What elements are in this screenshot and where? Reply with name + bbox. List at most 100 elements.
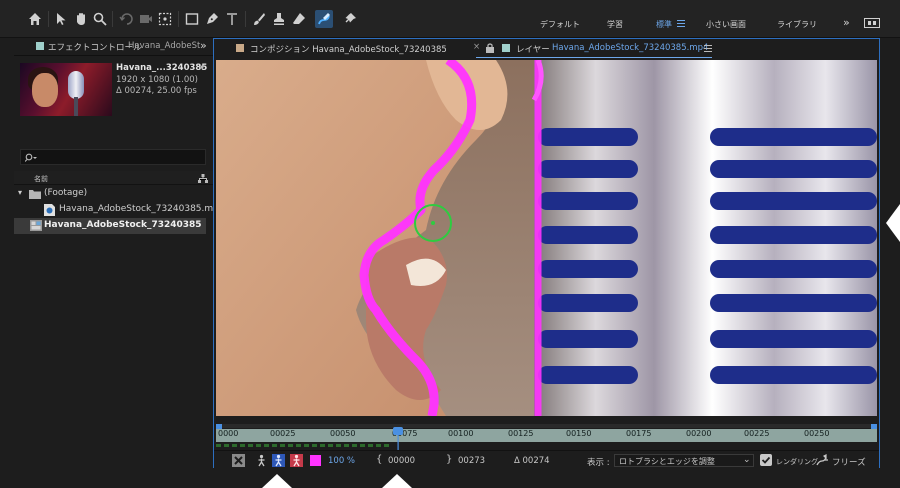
callout-pointer-left <box>262 474 292 488</box>
toolbar-separator <box>178 11 179 27</box>
thumbnail-microphone <box>68 71 84 99</box>
composition-label: Havana_AdobeStock_73240385 <box>44 220 202 230</box>
eraser-tool-icon[interactable] <box>290 10 308 28</box>
selection-tool-icon[interactable] <box>52 10 70 28</box>
panel-color-swatch <box>36 42 44 50</box>
render-label: レンダリング <box>776 458 818 466</box>
work-area-bar[interactable] <box>216 424 877 430</box>
pen-tool-icon[interactable] <box>203 10 221 28</box>
footage-resolution: 1920 x 1080 (1.00) <box>116 75 198 85</box>
tab-menu-icon[interactable] <box>704 45 712 52</box>
footage-duration: Δ 00274, 25.00 fps <box>116 86 197 96</box>
composition-tab[interactable]: コンポジション Havana_AdobeStock_73240385 <box>250 43 447 55</box>
hand-tool-icon[interactable] <box>72 10 90 28</box>
layer-tab-prefix[interactable]: レイヤー <box>516 43 550 55</box>
toolbar-separator <box>245 11 246 27</box>
right-panel-edge <box>880 38 900 488</box>
layer-tab-swatch <box>502 44 510 52</box>
workspace-standard[interactable]: 標準 <box>656 19 672 30</box>
viewer-tabbar: コンポジション Havana_AdobeStock_73240385 × レイヤ… <box>214 39 879 59</box>
ruler-tick-label: 00100 <box>448 429 474 438</box>
pan-behind-tool-icon[interactable] <box>156 10 174 28</box>
motion-path-icon[interactable] <box>255 454 268 467</box>
time-ruler[interactable]: 0000 00025 00050 00075 00100 00125 00150… <box>216 424 877 450</box>
toggle-alpha-icon[interactable] <box>232 454 245 467</box>
flowchart-icon[interactable] <box>198 174 208 183</box>
overflow-chevron-icon[interactable]: » <box>843 16 850 29</box>
ruler-tick-label: 00125 <box>508 429 534 438</box>
close-tab-icon[interactable]: × <box>473 42 480 52</box>
brush-tool-icon[interactable] <box>250 10 268 28</box>
view-label: 表示 : <box>587 458 610 468</box>
roto-brush-tool-icon[interactable] <box>315 10 333 28</box>
overlay-color-swatch[interactable] <box>310 455 321 466</box>
layer-canvas[interactable] <box>216 60 877 416</box>
type-tool-icon[interactable] <box>223 10 241 28</box>
disclosure-chevron-icon[interactable]: ▾ <box>18 188 22 197</box>
puppet-pin-tool-icon[interactable] <box>341 10 359 28</box>
viewer-footer: 100 % { 00000 } 00273 Δ 00274 表示 : ロトブラシ… <box>214 450 879 469</box>
rectangle-tool-icon[interactable] <box>183 10 201 28</box>
overlay-opacity[interactable]: 100 % <box>328 456 355 466</box>
ruler-tick-label: 00200 <box>686 429 712 438</box>
in-point-time[interactable]: 00000 <box>388 456 415 466</box>
thumbnail-mic-stand <box>74 97 78 116</box>
list-item-footage-file[interactable]: Havana_AdobeStock_73240385.m <box>14 202 213 218</box>
effect-controls-tabbar: エフェクトコントロール Havana_AdobeSt » <box>14 38 213 56</box>
out-point-time[interactable]: 00273 <box>458 456 485 466</box>
clone-stamp-tool-icon[interactable] <box>270 10 288 28</box>
zoom-tool-icon[interactable] <box>91 10 109 28</box>
effect-controls-panel: エフェクトコントロール Havana_AdobeSt » Havana_...3… <box>14 38 213 488</box>
toolbar-separator <box>48 11 49 27</box>
ruler-tick-label: 0000 <box>218 429 239 438</box>
camera-tool-icon[interactable] <box>137 10 155 28</box>
project-search-input[interactable] <box>20 149 206 165</box>
comp-tab-swatch <box>236 44 244 52</box>
footage-dropdown-icon[interactable]: ▾ <box>200 63 204 73</box>
ruler-tick-label: 00025 <box>270 429 296 438</box>
toolbar-separator <box>112 11 113 27</box>
workspace-small-screen[interactable]: 小さい画面 <box>706 19 746 30</box>
list-item-composition[interactable]: Havana_AdobeStock_73240385 <box>14 218 206 234</box>
footage-file-label: Havana_AdobeStock_73240385.m <box>59 204 214 214</box>
panel-overflow-chevron-icon[interactable]: » <box>200 39 207 52</box>
effect-controls-file: Havana_AdobeSt <box>128 41 201 51</box>
in-point-bracket-icon[interactable]: { <box>376 454 382 465</box>
view-mode-dropdown[interactable]: ロトブラシとエッジを調整 ⌄ <box>614 454 754 467</box>
freeze-label[interactable]: フリーズ <box>832 456 866 468</box>
ruler-tick-label: 00225 <box>744 429 770 438</box>
lock-icon[interactable] <box>486 43 494 53</box>
workspace-libraries[interactable]: ライブラリ <box>777 19 817 30</box>
toolbar: デフォルト 学習 標準 小さい画面 ライブラリ » <box>0 0 900 38</box>
workspace-default[interactable]: デフォルト <box>540 19 580 30</box>
freeze-icon[interactable] <box>816 454 829 467</box>
footage-thumbnail <box>20 63 112 116</box>
workspace-menu-icon[interactable] <box>677 20 685 27</box>
video-frame <box>216 60 877 416</box>
workspace-learn[interactable]: 学習 <box>607 19 623 30</box>
refine-edge-person-icon[interactable] <box>290 454 303 467</box>
callout-pointer-right-edge <box>886 204 900 242</box>
column-name-label[interactable]: 名前 <box>34 174 48 184</box>
home-icon[interactable] <box>26 10 44 28</box>
rotate-tool-icon[interactable] <box>118 10 136 28</box>
roto-person-icon[interactable] <box>272 454 285 467</box>
panel-layout-icon[interactable] <box>864 18 880 28</box>
layer-tab-name[interactable]: Havana_AdobeStock_73240385.mp4 <box>552 43 708 53</box>
out-point-bracket-icon[interactable]: } <box>446 454 452 465</box>
duration-readout: Δ 00274 <box>514 456 550 466</box>
folder-label: (Footage) <box>44 188 88 198</box>
layer-viewer-panel: コンポジション Havana_AdobeStock_73240385 × レイヤ… <box>213 38 880 469</box>
view-mode-value: ロトブラシとエッジを調整 <box>619 457 715 466</box>
callout-pointer-right <box>382 474 412 488</box>
ruler-tick-label: 00150 <box>566 429 592 438</box>
propagated-frames-bar <box>216 444 392 447</box>
ruler-band[interactable] <box>216 429 877 442</box>
footage-name[interactable]: Havana_...3240385 <box>116 63 207 73</box>
ruler-tick-label: 00050 <box>330 429 356 438</box>
list-item-footage-folder[interactable]: ▾ (Footage) <box>14 186 206 202</box>
folder-icon <box>29 190 41 199</box>
render-checkbox[interactable] <box>760 454 772 466</box>
search-icon <box>25 153 37 162</box>
current-time-indicator[interactable] <box>392 424 404 450</box>
